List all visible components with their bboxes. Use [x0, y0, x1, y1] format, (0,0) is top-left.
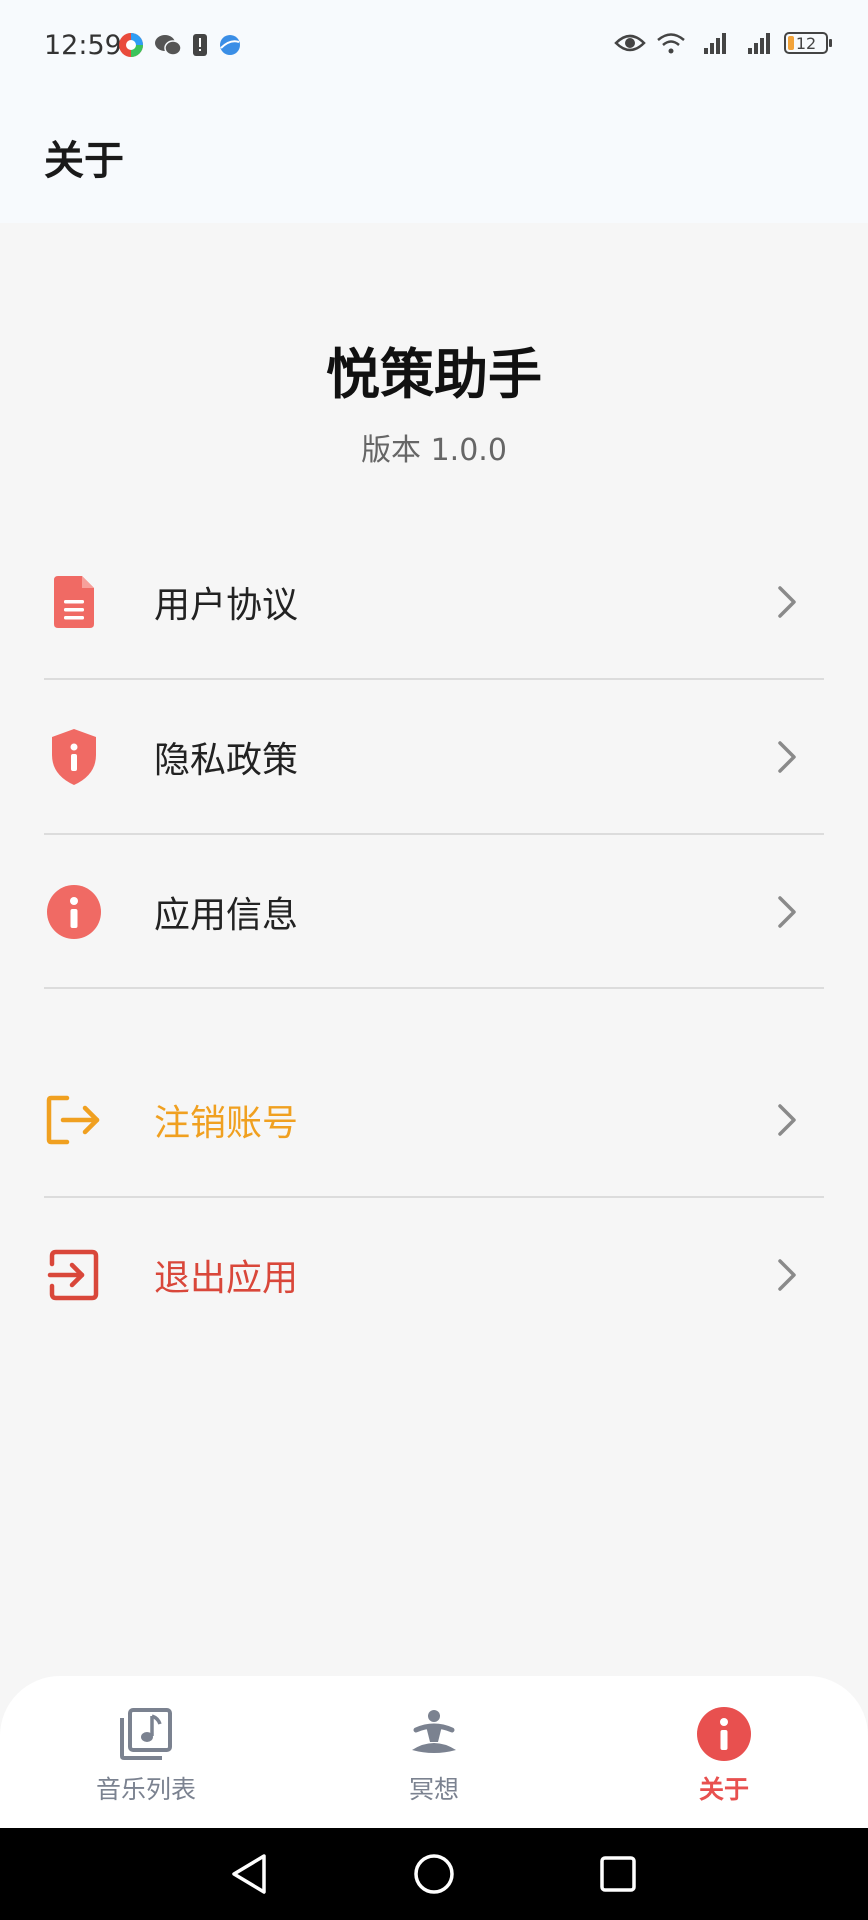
menu-label: 退出应用: [154, 1258, 299, 1299]
home-icon[interactable]: [410, 1850, 458, 1898]
tab-label: 音乐列表: [95, 1775, 196, 1804]
page-title: 关于: [44, 138, 124, 184]
menu-label: 注销账号: [154, 1103, 299, 1144]
menu-label: 用户协议: [154, 585, 299, 626]
divider: [44, 987, 824, 989]
chevron-right-icon: [778, 1104, 796, 1136]
chevron-right-icon: [778, 1259, 796, 1291]
menu-item-app-info[interactable]: 应用信息: [44, 835, 824, 989]
menu-label: 隐私政策: [154, 740, 299, 781]
chevron-right-icon: [778, 741, 796, 773]
battery-indicator: 12: [784, 32, 832, 54]
alert-icon: [193, 34, 207, 56]
bottom-nav: 音乐列表 冥想 关于: [0, 1676, 868, 1828]
music-list-icon: [120, 1708, 172, 1760]
status-bar: 12:59 12: [0, 0, 868, 98]
menu-item-user-agreement[interactable]: 用户协议: [44, 525, 824, 679]
info-icon: [697, 1707, 751, 1761]
document-icon: [44, 572, 104, 632]
wechat-icon: [155, 35, 182, 56]
shield-info-icon: [44, 727, 104, 787]
logout-icon: [44, 1090, 104, 1150]
info-circle-icon: [44, 882, 104, 942]
menu-item-deactivate-account[interactable]: 注销账号: [44, 1043, 824, 1197]
notification-icons: [118, 32, 242, 58]
system-nav-bar: [0, 1828, 868, 1920]
tab-label: 冥想: [408, 1775, 459, 1804]
menu-item-exit-app[interactable]: 退出应用: [44, 1198, 824, 1352]
tab-meditation[interactable]: 冥想: [324, 1676, 544, 1828]
status-time: 12:59: [44, 30, 122, 61]
signal-icon-1: [704, 33, 726, 54]
app-version: 版本 1.0.0: [361, 433, 507, 468]
meditation-icon: [412, 1710, 456, 1753]
app-name: 悦策助手: [326, 343, 542, 406]
tab-about[interactable]: 关于: [614, 1676, 834, 1828]
chevron-right-icon: [778, 586, 796, 618]
wifi-icon: [657, 33, 685, 54]
system-status-icons: 12: [614, 30, 832, 56]
exit-icon: [44, 1245, 104, 1305]
signal-icon-2: [748, 33, 770, 54]
browser-icon: [220, 35, 240, 55]
tab-music-list[interactable]: 音乐列表: [36, 1676, 256, 1828]
app-notification-icon: [119, 33, 143, 57]
app-header: 关于: [0, 98, 868, 223]
back-icon[interactable]: [226, 1850, 274, 1898]
chevron-right-icon: [778, 896, 796, 928]
menu-item-privacy-policy[interactable]: 隐私政策: [44, 680, 824, 834]
eye-icon: [614, 34, 646, 52]
tab-label: 关于: [698, 1775, 749, 1804]
recents-icon[interactable]: [594, 1850, 642, 1898]
menu-label: 应用信息: [154, 895, 299, 936]
